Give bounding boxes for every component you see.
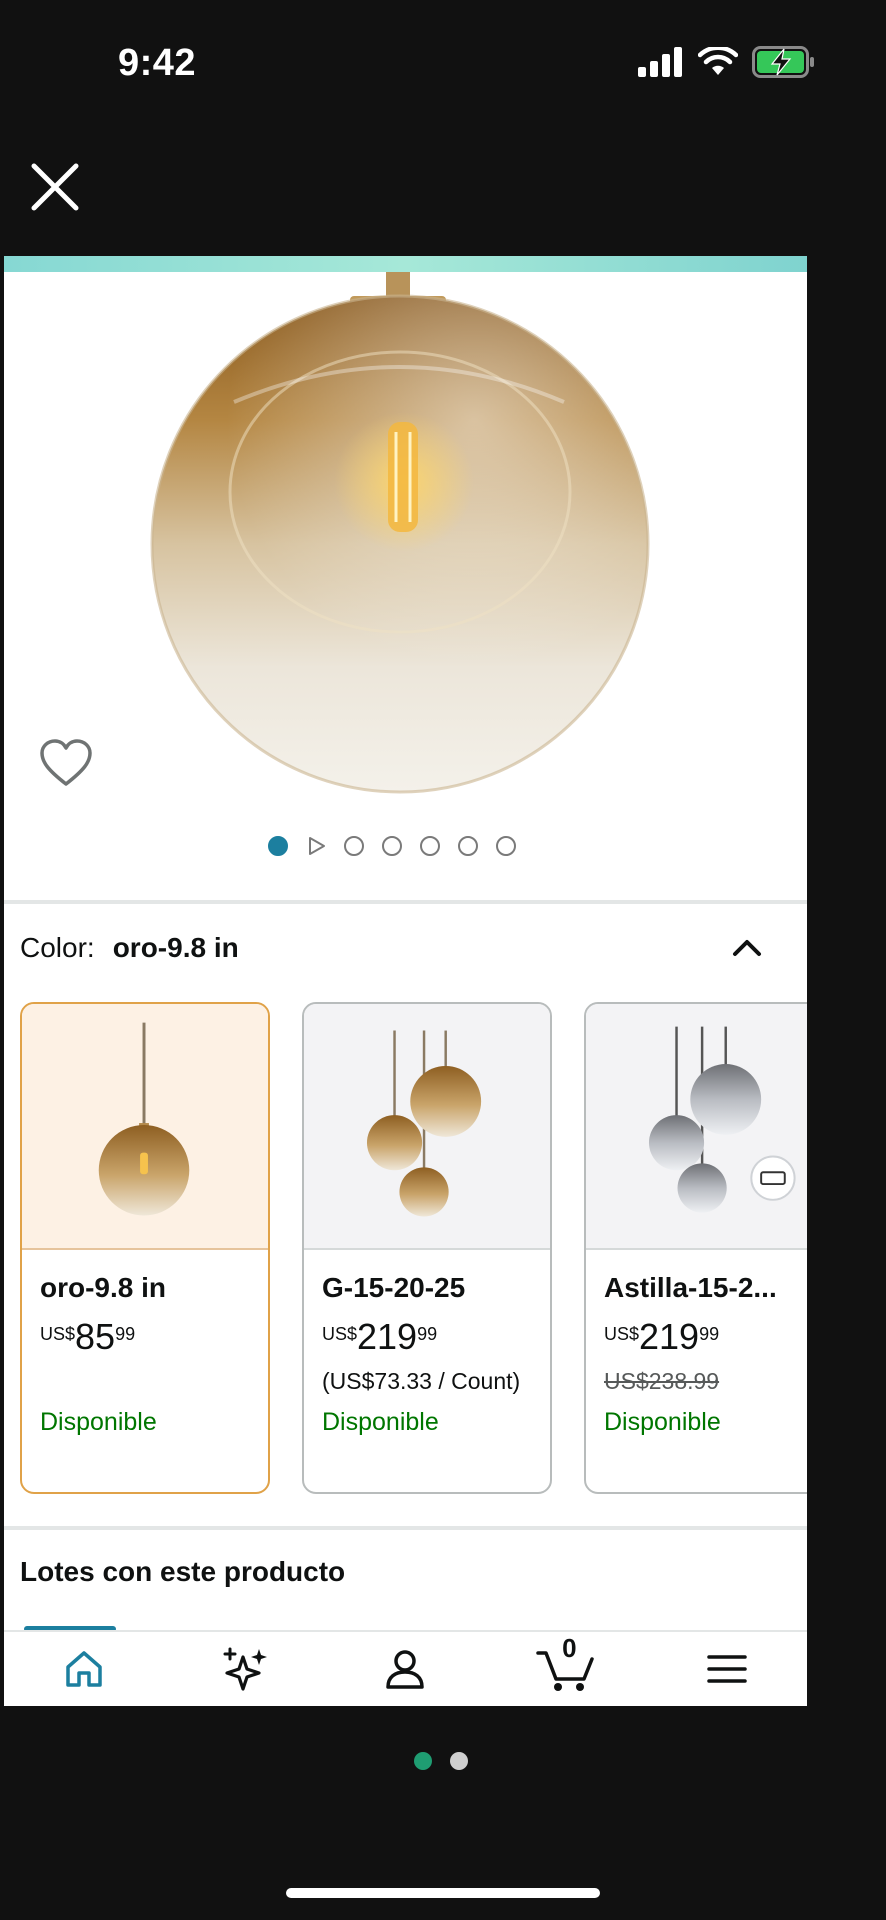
section-divider (4, 1526, 807, 1530)
video-play-icon[interactable] (306, 836, 326, 856)
image-dot-1[interactable] (268, 836, 288, 856)
close-button[interactable] (28, 160, 82, 214)
variant-carousel: oro-9.8 in US$ 85 99 Disponible G-15-20-… (20, 1002, 807, 1502)
pager-dot-2[interactable] (450, 1752, 468, 1770)
image-dot-3[interactable] (344, 836, 364, 856)
image-pagination (268, 836, 516, 856)
cellular-signal-icon (638, 47, 682, 77)
nav-account[interactable] (375, 1639, 435, 1699)
variant-availability: Disponible (322, 1408, 439, 1436)
image-dot-6[interactable] (458, 836, 478, 856)
variant-thumbnail (304, 1004, 550, 1250)
variant-availability: Disponible (604, 1408, 721, 1436)
variant-name: oro-9.8 in (40, 1272, 167, 1303)
collapse-color-button[interactable] (727, 928, 767, 968)
heart-icon (40, 739, 92, 786)
user-icon (386, 1650, 425, 1689)
section-divider (4, 900, 807, 904)
wifi-icon (698, 47, 738, 75)
variant-list-price: US$238.99 (604, 1368, 720, 1394)
chevron-up-icon (733, 940, 761, 956)
status-icons (638, 46, 816, 78)
variant-price: US$ 85 99 (40, 1316, 136, 1357)
pager-dot-1[interactable] (414, 1752, 432, 1770)
variant-price: US$ 219 99 (604, 1316, 720, 1357)
status-time: 9:42 (118, 42, 197, 84)
screenshot-pager (414, 1752, 468, 1770)
variant-availability: Disponible (40, 1408, 157, 1436)
image-dot-4[interactable] (382, 836, 402, 856)
selected-color-value: oro-9.8 in (112, 932, 239, 963)
variant-thumbnail (586, 1004, 807, 1250)
color-selector-header: Color: oro-9.8 in (20, 932, 239, 964)
home-icon (66, 1651, 103, 1687)
variant-name: Astilla-15-2... (604, 1272, 777, 1303)
image-dot-7[interactable] (496, 836, 516, 856)
nav-ai-assistant[interactable] (215, 1639, 275, 1699)
battery-charging-icon (752, 46, 814, 78)
close-icon (31, 163, 79, 211)
color-label: Color: (20, 932, 95, 963)
favorite-button[interactable] (38, 736, 94, 792)
bundles-section-title: Lotes con este producto (20, 1556, 346, 1587)
variant-thumbnail (22, 1004, 268, 1250)
nav-menu[interactable] (697, 1639, 757, 1699)
variant-card-astilla[interactable]: Astilla-15-2... US$ 219 99 US$238.99 Dis… (584, 1002, 807, 1494)
nav-home[interactable] (54, 1639, 114, 1699)
hamburger-menu-icon (706, 1655, 747, 1683)
variant-price: US$ 219 99 (322, 1316, 438, 1357)
variant-name: G-15-20-25 (322, 1272, 466, 1303)
sparkle-icon (223, 1647, 267, 1691)
product-image[interactable] (4, 272, 807, 832)
nav-cart[interactable]: 0 (536, 1633, 596, 1699)
bottom-navigation: 0 (4, 1630, 807, 1706)
variant-card-oro[interactable]: oro-9.8 in US$ 85 99 Disponible (20, 1002, 270, 1494)
image-dot-5[interactable] (420, 836, 440, 856)
cart-count: 0 (562, 1633, 577, 1663)
variant-card-g-15-20-25[interactable]: G-15-20-25 US$ 219 99 (US$73.33 / Count)… (302, 1002, 552, 1494)
product-detail-screen: Color: oro-9.8 in oro-9.8 in US$ 85 99 D… (4, 256, 807, 1706)
header-strip (4, 256, 807, 272)
variant-unit-price: (US$73.33 / Count) (322, 1368, 521, 1394)
home-indicator[interactable] (286, 1888, 600, 1898)
